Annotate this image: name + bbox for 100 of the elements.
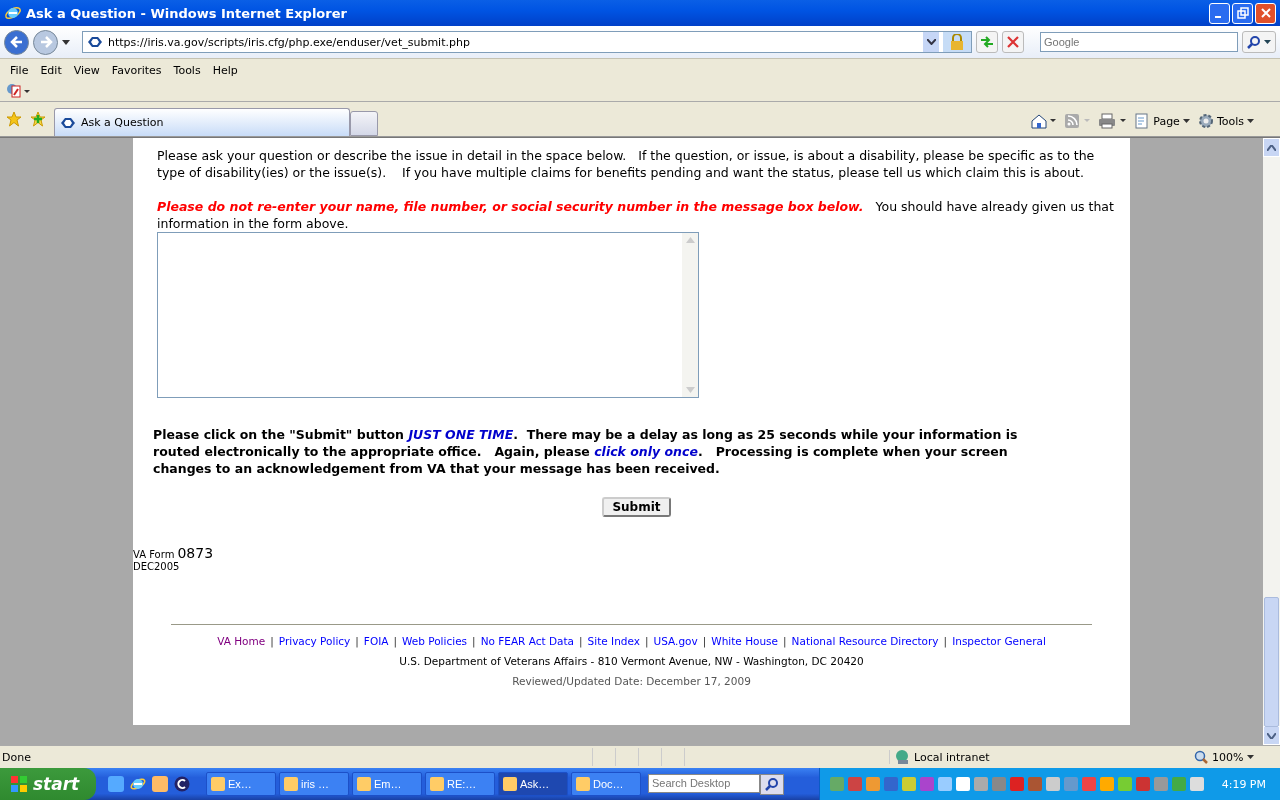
minimize-icon xyxy=(1214,16,1221,18)
address-dropdown-icon[interactable] xyxy=(923,32,939,52)
footer-link[interactable]: Web Policies xyxy=(402,635,468,647)
tray-icon[interactable] xyxy=(937,777,952,791)
pdf-icon[interactable] xyxy=(6,83,30,99)
desktop-search-field[interactable]: Search Desktop xyxy=(648,773,760,793)
taskbar-button[interactable]: Ask… xyxy=(498,772,568,796)
home-icon[interactable] xyxy=(1030,113,1057,129)
submit-notice-text: Please click on the "Submit" button JUST ONE TIME. There may be a delay as long as 25 seconds while your information is routed electronically to the appropriate office. Again, please click only once. Processing is complete when your screen changes to an acknowledgement from VA that your message has been received. xyxy=(153,426,1019,477)
link-separator: | xyxy=(472,635,476,647)
scrollbar-thumb[interactable] xyxy=(1264,597,1279,727)
refresh-button[interactable] xyxy=(976,31,998,53)
taskbar-button[interactable]: RE:… xyxy=(425,772,495,796)
tools-menu-button[interactable]: Tools xyxy=(1197,113,1254,129)
stop-button[interactable] xyxy=(1002,31,1024,53)
postal-address: U.S. Department of Veterans Affairs - 810 Vermont Avenue, NW - Washington, DC 20420 xyxy=(399,655,864,667)
vertical-scrollbar[interactable] xyxy=(1263,138,1280,745)
tray-icon[interactable] xyxy=(865,777,880,791)
instructions-text: Please ask your question or describe the issue in detail in the space below. If the question, or issue, is about a disability, please be specific as to the type of disability(ies) or the issue(s). If you have multiple claims for benefits pending and want the status, please tell us which claim this is about. xyxy=(157,147,1096,181)
footer-link[interactable]: FOIA xyxy=(363,635,389,647)
menu-item[interactable]: Edit xyxy=(34,63,68,77)
favorites-star-icon[interactable] xyxy=(6,111,22,127)
back-button[interactable] xyxy=(4,29,29,55)
taskbar-button[interactable]: iris … xyxy=(279,772,349,796)
add-favorite-icon[interactable] xyxy=(30,111,46,127)
tray-icon[interactable] xyxy=(1045,777,1060,791)
restore-button[interactable] xyxy=(1232,2,1253,24)
tray-icon[interactable] xyxy=(973,777,988,791)
form-date: DEC2005 xyxy=(133,561,181,572)
print-icon[interactable] xyxy=(1098,113,1127,129)
tray-icon[interactable] xyxy=(1117,777,1132,791)
menu-item[interactable]: View xyxy=(67,63,106,77)
footer-link[interactable]: National Resource Directory xyxy=(791,635,939,647)
menu-item[interactable]: Tools xyxy=(167,63,207,77)
quick-launch-icon[interactable] xyxy=(174,776,190,792)
globe-icon xyxy=(894,750,910,764)
zoom-icon xyxy=(1194,750,1208,764)
tray-icon[interactable] xyxy=(1027,777,1042,791)
link-separator: | xyxy=(579,635,583,647)
ie-logo-icon[interactable] xyxy=(130,776,146,792)
close-icon xyxy=(1259,7,1272,19)
tray-icon[interactable] xyxy=(1099,777,1114,791)
history-dropdown-icon[interactable] xyxy=(62,39,70,45)
taskbar-button[interactable]: Ex… xyxy=(206,772,276,796)
tray-icon[interactable] xyxy=(901,777,916,791)
start-button[interactable]: start xyxy=(0,768,96,800)
menu-item[interactable]: Help xyxy=(206,63,244,77)
search-icon xyxy=(1247,35,1261,49)
link-separator: | xyxy=(355,635,359,647)
footer-link[interactable]: Inspector General xyxy=(952,635,1046,647)
caret-icon xyxy=(1182,119,1190,123)
footer-link[interactable]: VA Home xyxy=(217,635,266,647)
menu-item[interactable]: File xyxy=(4,63,35,77)
address-field[interactable]: https://iris.va.gov/scripts/iris.cfg/php.exe/enduser/vet_submit.php xyxy=(82,31,972,53)
tray-icon[interactable] xyxy=(919,777,934,791)
taskbar-button[interactable]: Em… xyxy=(352,772,422,796)
scroll-up-icon[interactable] xyxy=(1267,144,1276,151)
link-separator: | xyxy=(783,635,787,647)
link-separator: | xyxy=(645,635,649,647)
submit-button[interactable]: Submit xyxy=(602,497,671,517)
refresh-icon xyxy=(979,35,995,49)
taskbar-button[interactable]: Doc… xyxy=(571,772,641,796)
page-icon xyxy=(1134,113,1151,129)
new-tab-button[interactable] xyxy=(350,111,378,136)
zoom-control[interactable]: 100% xyxy=(1194,750,1280,764)
gear-icon xyxy=(1197,113,1214,129)
form-number: 0873 xyxy=(177,545,214,561)
tray-icon[interactable] xyxy=(847,777,862,791)
link-separator: | xyxy=(702,635,707,647)
clock: 4:19 PM xyxy=(1221,777,1266,791)
minimize-button[interactable] xyxy=(1209,2,1230,24)
tray-icon[interactable] xyxy=(1009,777,1024,791)
search-button[interactable] xyxy=(1242,31,1276,53)
link-separator: | xyxy=(943,635,948,647)
tray-icon[interactable] xyxy=(883,777,898,791)
browser-tab[interactable]: Ask a Question xyxy=(54,108,350,136)
footer-link[interactable]: No FEAR Act Data xyxy=(480,635,575,647)
window-title: Ask a Question - Windows Internet Explorer xyxy=(26,5,348,21)
tray-icon[interactable] xyxy=(1189,777,1204,791)
windows-logo-icon xyxy=(10,775,28,793)
warning-text: Please do not re-enter your name, file number, or social security number in the message box below. You should have already given us that information in the form above. xyxy=(157,198,1115,232)
link-separator: | xyxy=(270,635,274,647)
search-button[interactable] xyxy=(760,773,784,795)
menu-item[interactable]: Favorites xyxy=(105,63,168,77)
site-logo-icon xyxy=(86,36,104,48)
tray-icon[interactable] xyxy=(1135,777,1150,791)
footer-link[interactable]: USA.gov xyxy=(653,635,698,647)
footer-link[interactable]: Site Index xyxy=(587,635,640,647)
feeds-icon[interactable] xyxy=(1064,113,1091,129)
page-menu-button[interactable]: Page xyxy=(1134,113,1190,129)
footer-link[interactable]: White House xyxy=(711,635,779,647)
search-field[interactable]: Google xyxy=(1040,32,1238,52)
tray-icon[interactable] xyxy=(1081,777,1096,791)
scroll-down-icon[interactable] xyxy=(1267,732,1276,739)
close-button[interactable] xyxy=(1255,2,1276,24)
security-zone-label: Local intranet xyxy=(889,750,1044,764)
form-label: VA Form xyxy=(133,549,175,560)
footer-link[interactable]: Privacy Policy xyxy=(278,635,351,647)
tray-icon[interactable] xyxy=(955,777,970,791)
back-arrow-icon xyxy=(8,34,25,50)
